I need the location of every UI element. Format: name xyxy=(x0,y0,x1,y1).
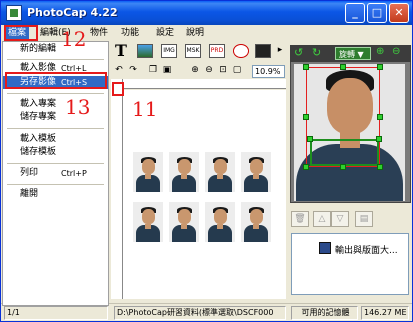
annotation-13: 13 xyxy=(65,95,91,119)
copy-icon[interactable]: ❐ xyxy=(147,65,159,76)
secondary-toolbar: ↶ ↷ ❐ ▣ ⊕ ⊖ ⊡ ▢ 10.9% xyxy=(111,63,286,79)
layer-list[interactable]: 輸出與版面大... xyxy=(291,233,409,295)
id-photo xyxy=(205,202,235,242)
crop-handle[interactable] xyxy=(376,136,382,142)
status-page: 1/1 xyxy=(4,306,108,320)
text-tool-icon[interactable]: T xyxy=(115,41,127,60)
app-window: PhotoCap 4.22 _ □ ✕ 檔案 編輯(E) 物件 功能 設定 說明… xyxy=(0,0,413,322)
id-photo xyxy=(241,152,271,192)
delete-icon[interactable]: 🗑 xyxy=(291,211,309,227)
zoom-in-icon[interactable]: ⊕ xyxy=(189,65,201,76)
clock-icon[interactable] xyxy=(233,44,249,58)
maximize-button[interactable]: □ xyxy=(367,3,387,23)
chevron-down-icon: ▼ xyxy=(357,50,364,59)
properties-icon[interactable]: ▤ xyxy=(355,211,373,227)
annotation-box-file xyxy=(4,25,38,41)
crop-handle[interactable] xyxy=(377,164,383,170)
move-down-icon[interactable]: ▽ xyxy=(331,211,349,227)
id-photo xyxy=(133,152,163,192)
menu-item-label: 列印 xyxy=(20,168,39,178)
menu-item-save-template[interactable]: 儲存模板 xyxy=(3,146,108,159)
crop-handle[interactable] xyxy=(303,164,309,170)
shortcut-label: Ctrl+P xyxy=(61,169,87,178)
fit-icon[interactable]: ⊡ xyxy=(217,65,229,76)
status-path: D:\PhotoCap研習資料(標準選取\DSCF000 xyxy=(114,306,286,320)
window-title: PhotoCap 4.22 xyxy=(27,6,118,19)
img-button[interactable]: IMG xyxy=(161,44,177,58)
crop-handle[interactable] xyxy=(340,64,346,70)
zoom-in-preview-icon[interactable]: ⊕ xyxy=(376,46,384,57)
list-item[interactable]: 輸出與版面大... xyxy=(335,243,398,256)
actual-size-icon[interactable]: ▢ xyxy=(231,65,243,76)
menu-help[interactable]: 說明 xyxy=(183,26,207,40)
id-photo xyxy=(169,202,199,242)
id-photo xyxy=(133,202,163,242)
close-button[interactable]: ✕ xyxy=(389,3,409,23)
title-bar[interactable]: PhotoCap 4.22 _ □ ✕ xyxy=(1,1,412,25)
menu-item-print[interactable]: 列印 Ctrl+P xyxy=(3,167,108,180)
menu-item-load-project[interactable]: 載入專案 xyxy=(3,98,108,111)
id-photo xyxy=(169,152,199,192)
photo-sheet[interactable] xyxy=(123,146,279,256)
id-photo xyxy=(205,152,235,192)
crop-handle[interactable] xyxy=(377,114,383,120)
main-toolbar: T IMG MSK PRD ▸ xyxy=(111,41,286,63)
zoom-out-preview-icon[interactable]: ⊖ xyxy=(392,46,400,57)
zoom-field[interactable]: 10.9% xyxy=(252,65,285,78)
annotation-box-ruler xyxy=(112,82,124,96)
menu-function[interactable]: 功能 xyxy=(118,26,142,40)
crop-handle[interactable] xyxy=(303,64,309,70)
annotation-box-save xyxy=(5,72,107,89)
move-up-icon[interactable]: △ xyxy=(313,211,331,227)
annotation-11: 11 xyxy=(132,97,158,121)
undo-icon[interactable]: ↶ xyxy=(113,65,125,76)
menu-edit-label: 編輯 xyxy=(40,28,59,38)
menu-settings[interactable]: 設定 xyxy=(153,26,177,40)
rotate-label: 旋轉 xyxy=(339,50,355,59)
annotation-12: 12 xyxy=(61,27,87,51)
shoulder-guide[interactable] xyxy=(310,139,379,166)
minimize-button[interactable]: _ xyxy=(345,3,365,23)
zoom-out-icon[interactable]: ⊖ xyxy=(203,65,215,76)
more-arrow-icon[interactable]: ▸ xyxy=(275,44,285,58)
crop-handle[interactable] xyxy=(303,114,309,120)
crop-handle[interactable] xyxy=(340,164,346,170)
crop-handle[interactable] xyxy=(377,64,383,70)
menu-item-exit[interactable]: 離開 xyxy=(3,188,108,201)
crop-handle[interactable] xyxy=(307,136,313,142)
vertical-ruler xyxy=(111,79,123,299)
app-icon xyxy=(6,5,22,21)
status-memory-value: 146.27 ME xyxy=(361,306,409,320)
paste-icon[interactable]: ▣ xyxy=(161,65,173,76)
output-icon xyxy=(319,242,331,254)
menu-object[interactable]: 物件 xyxy=(87,26,111,40)
menu-item-new-edit[interactable]: 新的編輯 xyxy=(3,43,108,56)
rotate-left-icon[interactable]: ↺ xyxy=(294,46,303,59)
status-memory-label: 可用的記憶體 xyxy=(291,306,358,320)
film-icon[interactable] xyxy=(255,44,271,58)
rotate-right-icon[interactable]: ↻ xyxy=(312,46,321,59)
menu-item-load-template[interactable]: 載入模板 xyxy=(3,133,108,146)
rotate-dropdown[interactable]: 旋轉 ▼ xyxy=(335,47,371,60)
layer-buttons: 🗑 △ ▽ ▤ xyxy=(291,211,409,227)
menu-item-save-project[interactable]: 儲存專案 xyxy=(3,111,108,124)
horizontal-ruler xyxy=(111,79,286,89)
prd-button[interactable]: PRD xyxy=(209,44,225,58)
msk-button[interactable]: MSK xyxy=(185,44,201,58)
image-tool-icon[interactable] xyxy=(137,44,153,58)
redo-icon[interactable]: ↷ xyxy=(127,65,139,76)
id-photo xyxy=(241,202,271,242)
